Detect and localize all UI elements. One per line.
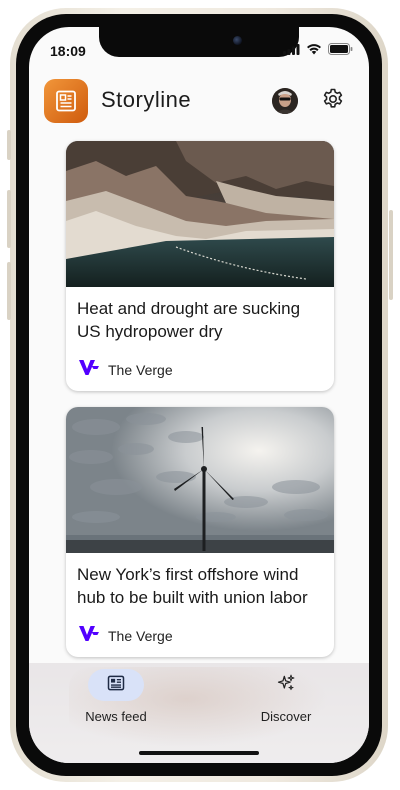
- side-button: [7, 262, 11, 320]
- nav-pill: [258, 669, 314, 701]
- settings-button[interactable]: [319, 87, 347, 115]
- newspaper-icon: [106, 673, 126, 698]
- nav-discover[interactable]: Discover: [236, 669, 336, 729]
- nav-label: Discover: [260, 709, 312, 724]
- sparkles-icon: [276, 673, 296, 698]
- the-verge-logo: [79, 625, 99, 647]
- app-title: Storyline: [101, 87, 192, 112]
- nav-label: News feed: [85, 709, 147, 724]
- screen: 18:09 Storyline Heat and drought are suc…: [29, 27, 369, 763]
- status-icons: [283, 42, 353, 60]
- newspaper-icon: [44, 79, 88, 123]
- wifi-icon: [306, 42, 322, 60]
- source-name: The Verge: [108, 362, 173, 378]
- source-name: The Verge: [108, 628, 173, 644]
- side-button: [389, 210, 393, 300]
- article-card[interactable]: Heat and drought are sucking US hydropow…: [66, 141, 334, 391]
- bottom-navigation: News feed Discover: [29, 663, 369, 763]
- app-header: Storyline: [29, 77, 369, 123]
- side-button: [7, 130, 11, 160]
- status-time: 18:09: [50, 43, 86, 59]
- battery-icon: [328, 42, 353, 60]
- the-verge-logo: [79, 359, 99, 381]
- camera: [233, 36, 242, 45]
- home-indicator[interactable]: [139, 751, 259, 755]
- user-avatar[interactable]: [272, 88, 298, 114]
- article-title[interactable]: New York’s first offshore wind hub to be…: [77, 563, 327, 609]
- article-image: [66, 141, 334, 287]
- article-source: The Verge: [79, 625, 173, 647]
- nav-news-feed[interactable]: News feed: [66, 669, 166, 729]
- gear-icon: [321, 87, 345, 116]
- article-source: The Verge: [79, 359, 173, 381]
- side-button: [7, 190, 11, 248]
- signal-icon: [283, 42, 300, 60]
- article-image: [66, 407, 334, 553]
- article-card[interactable]: New York’s first offshore wind hub to be…: [66, 407, 334, 657]
- article-title[interactable]: Heat and drought are sucking US hydropow…: [77, 297, 327, 343]
- notch: [99, 27, 299, 57]
- nav-pill-active: [88, 669, 144, 701]
